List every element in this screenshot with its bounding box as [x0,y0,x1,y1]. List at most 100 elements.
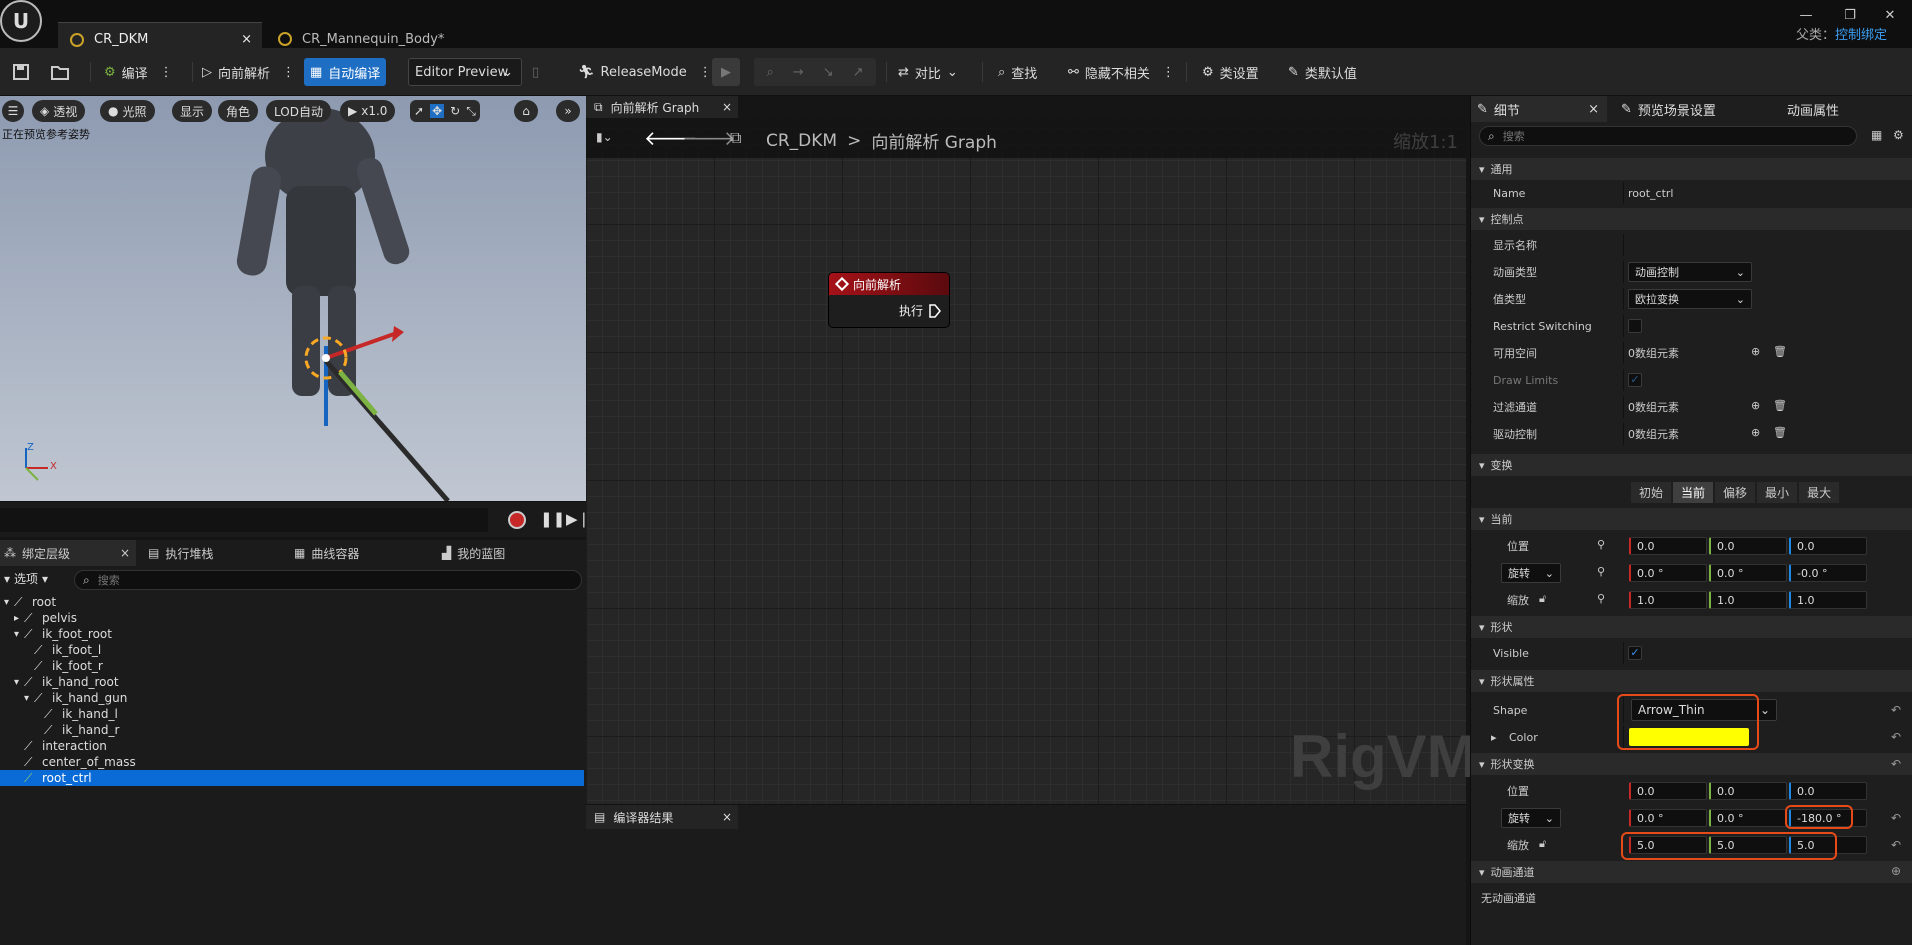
auto-compile-toggle[interactable]: ▦ 自动编译 [304,58,387,86]
add-element-icon[interactable]: ⊕ [1751,345,1760,358]
find-button[interactable]: ⌕ 查找 [992,58,1043,86]
restrict-switching-checkbox[interactable] [1628,319,1642,333]
section-transform[interactable]: ▾ 变换 [1471,454,1912,476]
hierarchy-item[interactable]: ⟋ root_ctrl [0,770,584,786]
hierarchy-item[interactable]: ⟋ ik_hand_r [0,722,584,738]
close-icon[interactable]: × [722,810,732,824]
tab-anim-attributes[interactable]: 动画属性 [1787,96,1839,122]
tab-preview-scene-settings[interactable]: ✎ 预览场景设置 [1621,96,1716,122]
mode-initial[interactable]: 初始 [1631,482,1672,503]
table-view-icon[interactable]: ▦ [1871,128,1882,142]
gear-icon[interactable]: ⚙ [1893,128,1904,142]
expand-arrow-icon[interactable]: ▾ [14,629,19,640]
reset-icon[interactable]: ↶ [1891,730,1901,744]
shape-location-x-input[interactable]: 0.0 [1629,782,1707,800]
bookmark-icon[interactable]: ▮⌄ [596,130,613,144]
section-general[interactable]: ▾ 通用 [1471,158,1912,180]
trash-icon[interactable]: 🗑︎ [1773,399,1787,412]
world-space-icon[interactable]: ⚲ [1597,538,1605,551]
add-channel-icon[interactable]: ⊕ [1891,864,1901,878]
scale-y-input[interactable]: 1.0 [1709,591,1787,609]
location-y-input[interactable]: 0.0 [1709,537,1787,555]
hierarchy-item[interactable]: ⟋ ik_hand_l [0,706,584,722]
browse-button[interactable] [44,58,76,86]
trash-icon[interactable]: 🗑︎ [1773,426,1787,439]
rotation-x-input[interactable]: 0.0 ° [1629,564,1707,582]
visible-checkbox[interactable]: ✓ [1628,646,1642,660]
perspective-button[interactable]: ◈ 透视 [32,100,86,122]
mode-maximum[interactable]: 最大 [1799,482,1840,503]
tab-rig-hierarchy[interactable]: ⁂ 绑定层级 × [0,540,136,566]
forward-solve-button[interactable]: ▷ 向前解析 ⋮ [196,58,301,86]
save-button[interactable] [6,58,36,86]
viewport-menu-button[interactable]: ☰ [2,100,24,122]
hierarchy-item[interactable]: ▾ ⟋ ik_hand_gun [0,690,584,706]
compile-button[interactable]: ⚙ 编译 ⋮ [98,58,179,86]
section-shape-properties[interactable]: ▾ 形状属性 [1471,670,1912,692]
expand-arrow-icon[interactable]: ▾ [24,693,29,704]
details-search[interactable]: ⌕ [1479,126,1857,146]
reset-icon[interactable]: ↶ [1891,703,1901,717]
trash-icon[interactable]: 🗑︎ [1773,345,1787,358]
hierarchy-item[interactable]: ⟋ interaction [0,738,584,754]
section-shape[interactable]: ▾ 形状 [1471,616,1912,638]
close-icon[interactable]: × [722,100,732,114]
tab-details[interactable]: ✎ 细节 × [1471,96,1607,122]
playback-speed-button[interactable]: ▶ x1.0 [340,100,396,122]
transform-tools[interactable]: ➚ ✥ ↻ ⤡ [410,100,480,122]
rotation-mode-dropdown[interactable]: 旋转 ⌄ [1501,563,1561,583]
details-search-input[interactable] [1502,129,1648,143]
reset-icon[interactable]: ↶ [1891,838,1901,852]
section-control[interactable]: ▾ 控制点 [1471,208,1912,230]
hierarchy-item[interactable]: ▾ ⟋ root [0,594,584,610]
options-dropdown[interactable]: ▾ 选项 ▾ [4,570,48,587]
lod-button[interactable]: LOD自动 [266,100,331,122]
breadcrumb-root[interactable]: CR_DKM [766,131,837,151]
mode-current[interactable]: 当前 [1673,482,1714,503]
record-icon[interactable] [508,511,526,529]
release-mode-button[interactable]: 🏃︎ ReleaseMode ⋮ [572,58,718,86]
tab-compiler-results[interactable]: ▤ 编译器结果 × [586,805,738,829]
chevron-right-icon[interactable]: ▸ [1491,731,1497,744]
lock-icon[interactable]: 🔓︎ [1539,837,1546,851]
unreal-logo[interactable]: U [0,0,42,42]
debug-object-button[interactable]: ▯ [526,58,545,86]
editor-preview-dropdown[interactable]: Editor Preview ⌄ [408,58,522,86]
hide-unrelated-button[interactable]: ⚯ 隐藏不相关 ⋮ [1062,58,1181,86]
hierarchy-search-input[interactable] [97,573,243,587]
world-space-icon[interactable]: ⚲ [1597,592,1605,605]
expand-arrow-icon[interactable]: ▾ [14,677,19,688]
shape-rotation-y-input[interactable]: 0.0 ° [1709,809,1787,827]
location-z-input[interactable]: 0.0 [1789,537,1867,555]
close-icon[interactable]: × [1588,102,1599,117]
graph-editor[interactable] [586,96,1466,804]
preview-viewport[interactable]: Z X ☰ ◈ 透视 ● 光照 显示 角色 LOD自动 ▶ x1.0 ➚ ✥ ↻ ⤡ ⌂ »… [0,96,586,501]
tab-curve-container[interactable]: ▦ 曲线容器 [294,540,359,566]
close-icon[interactable]: × [120,546,130,560]
tab-execution-stack[interactable]: ▤ 执行堆栈 [148,540,213,566]
section-current[interactable]: ▾ 当前 [1471,508,1912,530]
hierarchy-item[interactable]: ⟋ ik_foot_r [0,658,584,674]
breadcrumb-graph[interactable]: 向前解析 Graph [871,128,997,153]
expand-toolbar-button[interactable]: » [556,100,580,122]
hierarchy-item[interactable]: ▾ ⟋ ik_foot_root [0,626,584,642]
rotation-y-input[interactable]: 0.0 ° [1709,564,1787,582]
reset-icon[interactable]: ↶ [1891,811,1901,825]
add-element-icon[interactable]: ⊕ [1751,426,1760,439]
pause-icon[interactable]: ❚❚ [540,510,565,528]
class-settings-button[interactable]: ⚙ 类设置 [1196,58,1265,86]
lit-button[interactable]: ● 光照 [100,100,155,122]
scale-z-input[interactable]: 1.0 [1789,591,1867,609]
lock-icon[interactable]: 🔓︎ [1539,592,1546,606]
location-x-input[interactable]: 0.0 [1629,537,1707,555]
shape-rotation-mode-dropdown[interactable]: 旋转 ⌄ [1501,808,1561,828]
tab-forward-solve-graph[interactable]: ⧉ 向前解析 Graph × [586,96,738,118]
parent-class-link[interactable]: 控制绑定 [1835,24,1887,43]
world-space-icon[interactable]: ⚲ [1597,565,1605,578]
section-anim-channels[interactable]: ▾ 动画通道 ⊕ [1471,861,1912,883]
shape-location-y-input[interactable]: 0.0 [1709,782,1787,800]
hierarchy-item[interactable]: ▸ ⟋ pelvis [0,610,584,626]
expand-arrow-icon[interactable]: ▾ [4,597,9,608]
play-button[interactable]: ▶ [712,58,740,86]
forward-solve-node[interactable]: 向前解析 执行 [828,272,950,328]
